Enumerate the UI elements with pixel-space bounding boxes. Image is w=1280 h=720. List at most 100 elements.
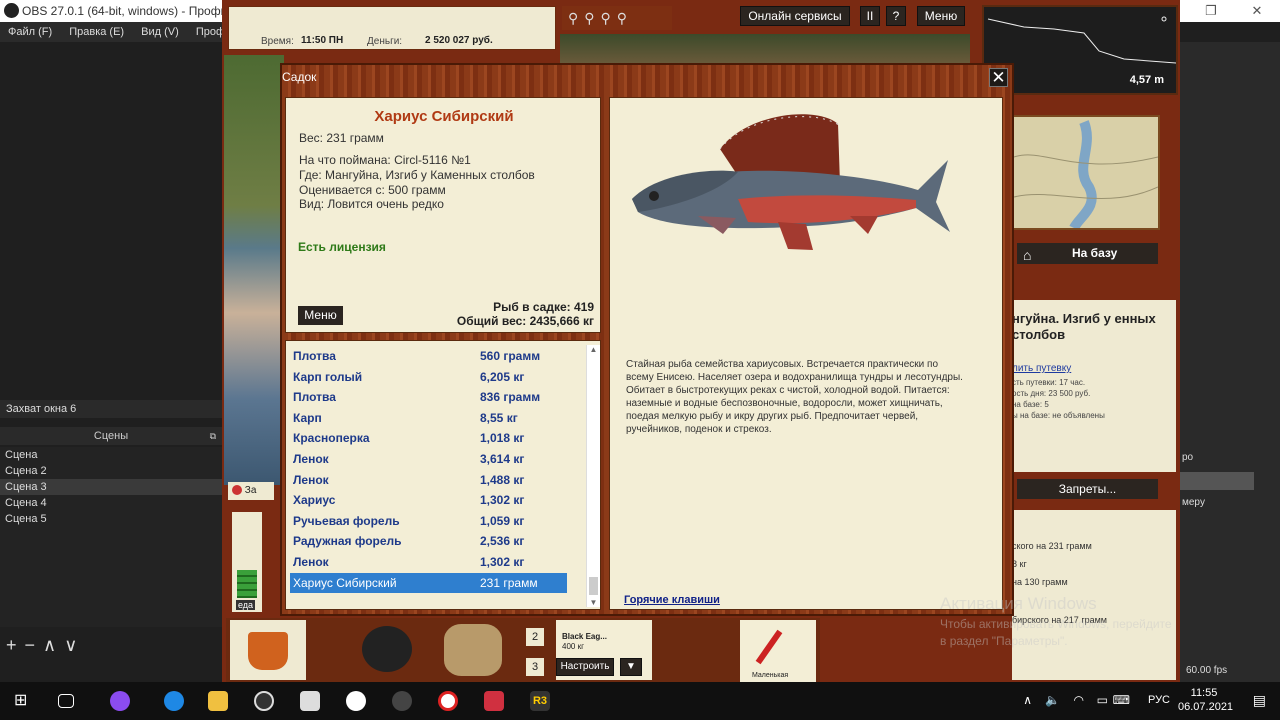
left-badge-label: За [244, 485, 257, 496]
fish-list-row[interactable]: Ленок 1,488 кг [290, 470, 567, 490]
store-icon[interactable] [300, 691, 320, 711]
restore-icon[interactable]: ❐ [1188, 0, 1234, 22]
obs-window-title: OBS 27.0.1 (64-bit, windows) - Профил [22, 4, 235, 18]
remove-scene-icon[interactable]: − [25, 635, 44, 655]
menu-profile[interactable]: Профи [196, 26, 225, 38]
fish-list-row[interactable]: Ленок 1,302 кг [290, 552, 567, 572]
chevron-up-icon[interactable]: ∧ [1023, 693, 1032, 707]
rod-slots[interactable]: ⚲⚲⚲⚲ [562, 6, 672, 30]
menu-edit[interactable]: Правка (E) [69, 26, 124, 38]
battery-icon[interactable]: ▭ [1097, 693, 1108, 707]
alice-icon[interactable] [110, 691, 130, 711]
online-services-button[interactable]: Онлайн сервисы [740, 6, 850, 26]
fish-list-weight: 1,018 кг [480, 431, 525, 446]
menu-file[interactable]: Файл (F) [8, 26, 52, 38]
add-scene-icon[interactable]: + [6, 635, 25, 655]
slot-number[interactable]: 2 [526, 628, 544, 646]
fish-list-row[interactable]: Хариус 1,302 кг [290, 490, 567, 510]
close-window-icon[interactable]: ✕ [1234, 0, 1280, 22]
obs-icon[interactable] [254, 691, 274, 711]
fish-list-weight: 1,488 кг [480, 472, 525, 487]
activation-watermark-title: Активация Windows [940, 594, 1097, 613]
scene-item[interactable]: Сцена 4 [0, 495, 222, 511]
edge-icon[interactable] [164, 691, 184, 711]
volume-icon[interactable]: 🔈 [1045, 693, 1060, 707]
rod-icon[interactable]: ⚲ [601, 10, 617, 26]
fish-list-weight: 8,55 кг [480, 410, 518, 425]
game-menu-button[interactable]: Меню [917, 6, 965, 26]
clock[interactable]: 11:55 06.07.2021 [1178, 686, 1233, 714]
dialog-menu-button[interactable]: Меню [298, 306, 343, 325]
yandex-icon[interactable] [438, 691, 458, 711]
sack-icon[interactable] [444, 624, 502, 676]
move-down-icon[interactable]: ∨ [64, 635, 85, 655]
fish-list-row[interactable]: Ленок 3,614 кг [290, 449, 567, 469]
activation-watermark-text: Чтобы активировать Windows, перейдите в … [940, 617, 1172, 648]
fish-count: Рыб в садке: 419 [493, 300, 594, 314]
explorer-icon[interactable] [208, 691, 228, 711]
scrollbar[interactable]: ▲ ▼ [586, 345, 600, 607]
left-badge[interactable]: За [228, 482, 274, 500]
location-title: нгуйна. Изгиб у енных столбов [1012, 311, 1156, 342]
fish-list-row[interactable]: Карп 8,55 кг [290, 408, 567, 428]
close-icon[interactable]: ✕ [989, 68, 1008, 87]
scene-item-selected[interactable]: Сцена 3 [0, 479, 222, 495]
game-icon[interactable]: R3 [530, 691, 550, 711]
fish-cage-dialog: Садок ✕ Хариус Сибирский Вес: 231 грамм … [280, 63, 1014, 616]
scroll-thumb[interactable] [589, 577, 598, 595]
scene-item[interactable]: Сцена 2 [0, 463, 222, 479]
fish-list-row[interactable]: Радужная форель 2,536 кг [290, 531, 567, 551]
fish-list-row[interactable]: Плотва 560 грамм [290, 346, 567, 366]
obs-right-label-2: мерy [1182, 497, 1205, 508]
windows-start-icon[interactable]: ⊞ [14, 691, 34, 711]
fish-list-row[interactable]: Карп голый 6,205 кг [290, 367, 567, 387]
fish-list-row[interactable]: Красноперка 1,018 кг [290, 428, 567, 448]
location-map[interactable] [1012, 115, 1160, 231]
notifications-icon[interactable]: ▤ [1253, 692, 1266, 709]
fish-detail-panel: Стайная рыба семейства хариусовых. Встре… [609, 97, 1003, 610]
setup-button[interactable]: Настроить [556, 658, 614, 676]
app-icon[interactable] [484, 691, 504, 711]
move-up-icon[interactable]: ∧ [43, 635, 64, 655]
to-base-button[interactable]: ⌂ На базу [1017, 243, 1158, 264]
inventory-bar: 2 3 Black Eag... 400 кг Настроить ▼ Мале… [226, 618, 820, 682]
food-level-bar [237, 570, 257, 598]
scroll-down-icon[interactable]: ▼ [587, 598, 600, 607]
hotkeys-link[interactable]: Горячие клавиши [624, 594, 720, 606]
language-indicator[interactable]: РУС [1148, 694, 1170, 706]
rod-icon[interactable]: ⚲ [617, 10, 633, 26]
network-icon[interactable]: ◠ [1074, 693, 1084, 707]
rod-icon[interactable]: ⚲ [568, 10, 584, 26]
lake-scene [224, 55, 284, 485]
scene-item[interactable]: Сцена 5 [0, 511, 222, 527]
scene-item[interactable]: Сцена [0, 447, 222, 463]
rod-icon[interactable]: ⚲ [584, 10, 600, 26]
fish-list-row[interactable]: Плотва 836 грамм [290, 387, 567, 407]
lure-slot[interactable]: Маленькая [740, 620, 816, 682]
keyboard-icon[interactable]: ⌨ [1113, 693, 1130, 707]
fish-list-weight: 6,205 кг [480, 369, 525, 384]
bucket-slot[interactable] [230, 620, 306, 680]
help-button[interactable]: ? [886, 6, 906, 26]
obs-right-field[interactable] [1176, 472, 1254, 490]
dock-icon[interactable]: ⧉ [210, 427, 216, 445]
bans-button[interactable]: Запреты... [1017, 479, 1158, 499]
fish-list-row-selected[interactable]: Хариус Сибирский 231 грамм [290, 572, 567, 593]
buy-permit-link[interactable]: лить путевку [1012, 363, 1071, 374]
dropdown-icon[interactable]: ▼ [620, 658, 642, 676]
news-line: на 130 грамм [1012, 577, 1068, 587]
map-river [1013, 120, 1159, 231]
bucket-icon [248, 632, 288, 670]
pause-button[interactable]: II [860, 6, 880, 26]
discord-icon[interactable] [392, 691, 412, 711]
fps-readout: 60.00 fps [1186, 665, 1228, 676]
yandex-browser-icon[interactable] [346, 691, 366, 711]
menu-view[interactable]: Вид (V) [141, 26, 179, 38]
fish-list-row[interactable]: Ручьевая форель 1,059 кг [290, 511, 567, 531]
money-value: 2 520 027 руб. [425, 35, 493, 46]
slot-number[interactable]: 3 [526, 658, 544, 676]
fish-list-weight: 231 грамм [480, 575, 538, 590]
pot-icon[interactable] [362, 626, 412, 672]
scroll-up-icon[interactable]: ▲ [587, 345, 600, 354]
task-view-icon[interactable] [58, 694, 74, 708]
